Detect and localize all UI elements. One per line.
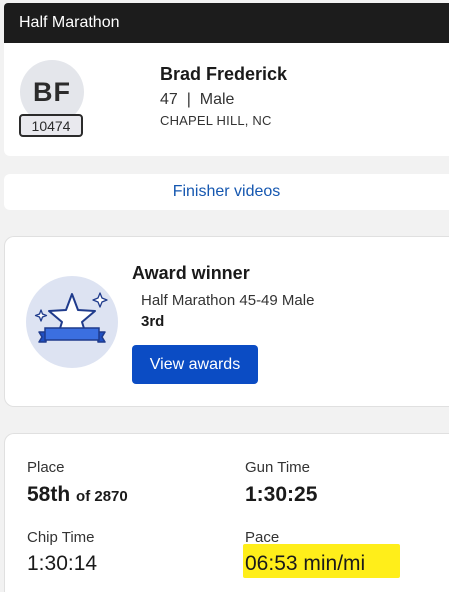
gun-time-value: 1:30:25 bbox=[245, 483, 318, 506]
pace-value: 06:53 min/mi bbox=[245, 552, 366, 575]
award-card: Award winner Half Marathon 45-49 Male 3r… bbox=[4, 236, 449, 407]
star-ribbon-icon bbox=[26, 276, 118, 368]
finisher-videos-link[interactable]: Finisher videos bbox=[4, 183, 449, 201]
participant-location: CHAPEL HILL, NC bbox=[160, 113, 272, 128]
participant-card: BF 10474 Brad Frederick 47 | Male CHAPEL… bbox=[4, 43, 449, 156]
award-title: Award winner bbox=[132, 263, 250, 283]
event-title: Half Marathon bbox=[19, 14, 120, 31]
gun-time-label: Gun Time bbox=[245, 459, 311, 476]
event-header: Half Marathon bbox=[4, 3, 449, 43]
place-value-group: 58th of 2870 bbox=[27, 483, 128, 507]
participant-name: Brad Frederick bbox=[160, 64, 288, 84]
view-awards-button[interactable]: View awards bbox=[132, 345, 258, 384]
pace-label: Pace bbox=[245, 529, 280, 546]
place-total: of 2870 bbox=[76, 488, 128, 505]
chip-time-value: 1:30:14 bbox=[27, 552, 98, 575]
place-value: 58th bbox=[27, 483, 71, 506]
finisher-videos-card: Finisher videos bbox=[4, 174, 449, 210]
place-label: Place bbox=[27, 459, 65, 476]
award-place: 3rd bbox=[141, 313, 165, 330]
age-sex: 47 | Male bbox=[160, 91, 235, 108]
award-category: Half Marathon 45-49 Male bbox=[141, 292, 315, 309]
bib-number: 10474 bbox=[19, 114, 83, 137]
chip-time-label: Chip Time bbox=[27, 529, 95, 546]
results-card: Place 58th of 2870 Gun Time 1:30:25 Chip… bbox=[4, 433, 449, 592]
